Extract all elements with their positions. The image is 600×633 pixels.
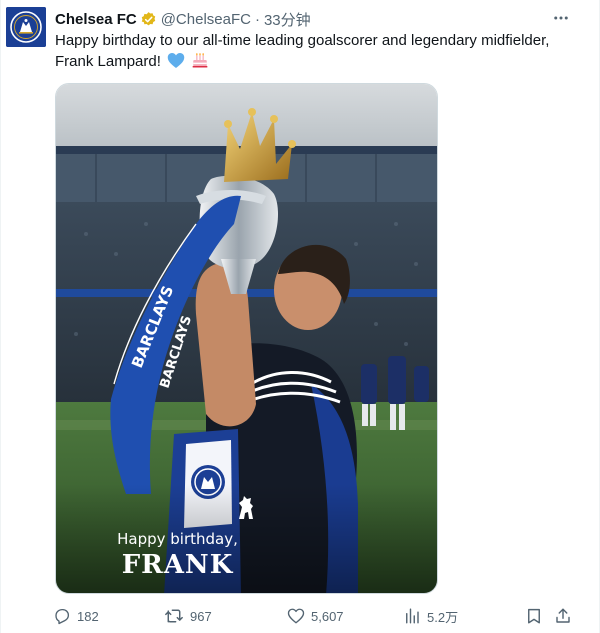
image-caption-line-1: Happy birthday, (117, 530, 238, 548)
views-icon (403, 607, 421, 625)
share-icon (554, 607, 572, 625)
repost-icon (164, 607, 184, 625)
share-button[interactable] (554, 607, 572, 625)
avatar[interactable] (6, 7, 46, 47)
like-count: 5,607 (311, 608, 344, 624)
bookmark-icon (525, 607, 543, 625)
author-name[interactable]: Chelsea FC (55, 11, 137, 28)
more-icon[interactable] (550, 9, 572, 27)
birthday-cake-icon (191, 51, 209, 75)
repost-count: 967 (190, 608, 212, 624)
like-icon (287, 607, 305, 625)
tweet-actions: 182 967 5,607 5.2万 (53, 605, 578, 627)
repost-button[interactable]: 967 (164, 607, 212, 625)
author-handle[interactable]: @ChelseaFC (161, 11, 251, 28)
verified-badge-icon (140, 11, 157, 28)
reply-button[interactable]: 182 (53, 607, 99, 625)
tweet-header: Chelsea FC @ChelseaFC · 33分钟 (55, 9, 311, 29)
views-button[interactable]: 5.2万 (403, 607, 458, 626)
bookmark-button[interactable] (525, 607, 543, 625)
blue-heart-icon (167, 52, 185, 75)
tweet-text-line-2: Frank Lampard! (55, 53, 161, 70)
reply-icon (53, 607, 71, 625)
like-button[interactable]: 5,607 (287, 607, 344, 625)
timestamp[interactable]: 33分钟 (264, 9, 311, 30)
views-count: 5.2万 (427, 609, 459, 625)
separator: · (254, 10, 260, 28)
reply-count: 182 (77, 608, 99, 624)
image-caption-line-2: FRANK (121, 550, 234, 580)
tweet-text: Happy birthday to our all-time leading g… (55, 30, 575, 75)
tweet-image[interactable]: BARCLAYS BARCLAYS Happy birthday, FRANK (55, 83, 438, 594)
lion-crest-icon (234, 495, 258, 521)
tweet-text-line-1: Happy birthday to our all-time leading g… (55, 32, 550, 49)
tweet[interactable]: Chelsea FC @ChelseaFC · 33分钟 Happy birth… (0, 0, 600, 633)
